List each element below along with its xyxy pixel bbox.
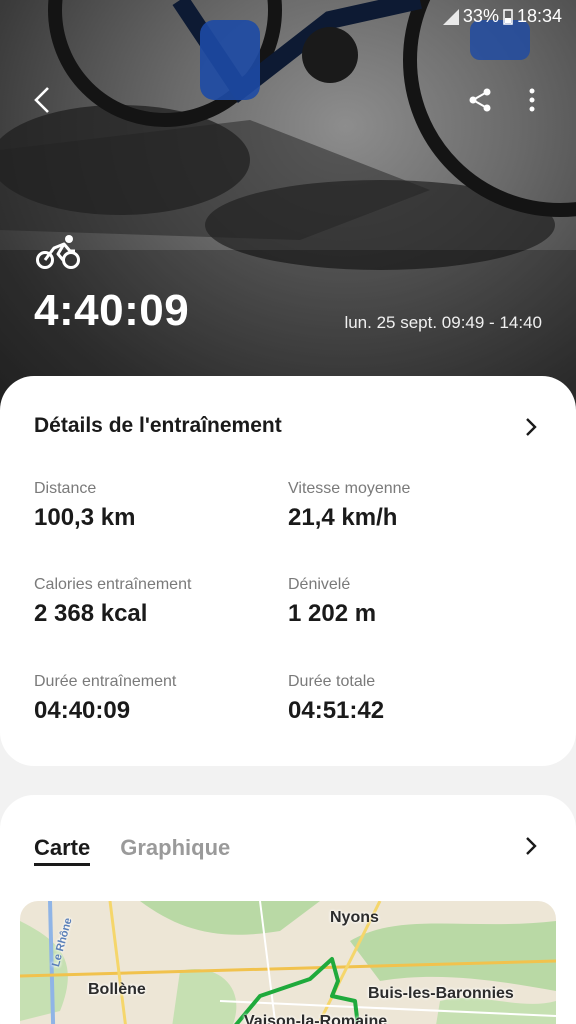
- clock: 18:34: [516, 6, 562, 26]
- hero-banner: 33% 18:34 4:40:09 lun. 25 sept. 09:49 - …: [0, 0, 576, 420]
- stat-label: Durée totale: [288, 673, 376, 690]
- status-bar: 33% 18:34: [442, 6, 562, 27]
- stat-value: 1 202 m: [288, 600, 377, 627]
- bicycle-icon: [36, 235, 80, 269]
- map-label-vaison: Vaison-la-Romaine: [244, 1013, 388, 1024]
- stat-average-speed: Vitesse moyenne 21,4 km/h: [288, 480, 410, 532]
- battery-icon: [503, 8, 513, 25]
- stat-distance: Distance 100,3 km: [34, 480, 135, 532]
- tab-graph[interactable]: Graphique: [120, 835, 230, 866]
- stat-value: 21,4 km/h: [288, 504, 398, 531]
- stat-label: Durée entraînement: [34, 673, 177, 690]
- stat-label: Calories entraînement: [34, 576, 192, 593]
- back-button[interactable]: [22, 80, 62, 120]
- chevron-left-icon: [34, 87, 49, 113]
- details-title: Détails de l'entraînement: [34, 414, 282, 437]
- map-tabs: Carte Graphique: [34, 835, 230, 866]
- route-map[interactable]: Nyons Bollène Buis-les-Baronnies Vaison-…: [20, 901, 556, 1024]
- cyclist-photo: [0, 0, 576, 420]
- chevron-right-icon[interactable]: [520, 416, 542, 438]
- stat-value: 100,3 km: [34, 504, 136, 531]
- stat-value: 2 368 kcal: [34, 600, 148, 627]
- share-icon: [469, 88, 491, 112]
- battery-percent: 33%: [462, 6, 499, 26]
- stat-total-duration: Durée totale 04:51:42: [288, 673, 384, 725]
- stat-value: 04:40:09: [34, 697, 131, 724]
- map-label-bollene: Bollène: [88, 981, 146, 998]
- stat-label: Dénivelé: [288, 576, 351, 593]
- stat-label: Vitesse moyenne: [288, 480, 411, 497]
- stat-workout-duration: Durée entraînement 04:40:09: [34, 673, 176, 725]
- stat-calories: Calories entraînement 2 368 kcal: [34, 576, 191, 628]
- signal-icon: [442, 8, 459, 25]
- workout-details-card[interactable]: Détails de l'entraînement Distance 100,3…: [0, 376, 576, 766]
- stat-label: Distance: [34, 480, 97, 497]
- stat-elevation: Dénivelé 1 202 m: [288, 576, 376, 628]
- chevron-right-icon[interactable]: [520, 835, 542, 857]
- map-label-nyons: Nyons: [330, 909, 379, 926]
- stat-value: 04:51:42: [288, 697, 385, 724]
- more-vertical-icon: [529, 88, 535, 112]
- workout-date-range: lun. 25 sept. 09:49 - 14:40: [344, 313, 542, 332]
- more-options-button[interactable]: [512, 80, 552, 120]
- workout-duration: 4:40:09: [34, 286, 190, 335]
- map-label-buis-les-baronnies: Buis-les-Baronnies: [368, 985, 514, 1002]
- map-graphic: [20, 901, 556, 1024]
- share-button[interactable]: [460, 80, 500, 120]
- map-card: Carte Graphique Nyons Bollène Buis-les-B…: [0, 795, 576, 1024]
- tab-map[interactable]: Carte: [34, 835, 91, 866]
